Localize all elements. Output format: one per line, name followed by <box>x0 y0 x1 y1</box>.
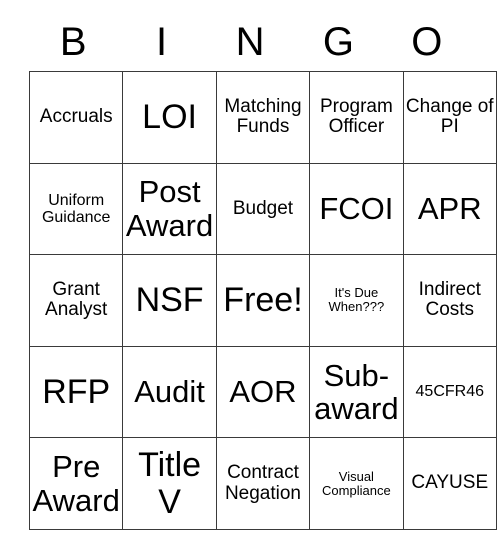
bingo-cell-label: Free! <box>223 281 303 320</box>
bingo-cell-label: Post Award <box>125 174 214 243</box>
bingo-cell[interactable]: Title V <box>122 437 217 530</box>
bingo-cell[interactable]: Accruals <box>28 71 124 164</box>
bingo-cell[interactable]: CAYUSE <box>402 437 497 530</box>
bingo-header-letter-b: B <box>59 19 87 64</box>
bingo-cell[interactable]: Audit <box>122 345 217 439</box>
bingo-cell[interactable]: AOR <box>215 345 311 439</box>
bingo-cell[interactable]: NSF <box>122 254 217 347</box>
bingo-cell[interactable]: Budget <box>215 162 311 256</box>
bingo-cell-label: Matching Funds <box>224 95 302 138</box>
bingo-cell[interactable]: Post Award <box>122 162 217 256</box>
bingo-cell-label: 45CFR46 <box>415 383 484 401</box>
bingo-cell[interactable]: Sub-award <box>309 345 404 439</box>
bingo-cell[interactable]: Matching Funds <box>215 71 311 164</box>
bingo-cell-label: APR <box>417 191 482 227</box>
bingo-header-row: B I N G O <box>29 12 471 71</box>
bingo-cell-label: Budget <box>232 197 294 219</box>
bingo-grid: Accruals LOI Matching Funds Program Offi… <box>28 71 497 530</box>
bingo-cell-label: AOR <box>229 374 297 410</box>
bingo-cell[interactable]: Indirect Costs <box>402 254 497 347</box>
bingo-cell[interactable]: Grant Analyst <box>28 254 124 347</box>
bingo-cell-label: Title V <box>138 445 202 521</box>
bingo-cell-label: Program Officer <box>319 95 393 138</box>
bingo-header-letter-o: O <box>411 19 443 64</box>
bingo-cell-label: Visual Compliance <box>322 468 391 498</box>
bingo-cell-label: Audit <box>134 374 205 410</box>
bingo-cell[interactable]: Uniform Guidance <box>28 162 124 256</box>
bingo-cell-label: CAYUSE <box>411 472 489 494</box>
bingo-cell-label: Grant Analyst <box>45 278 108 321</box>
bingo-cell[interactable]: Contract Negation <box>215 437 311 530</box>
bingo-cell[interactable]: Change of PI <box>402 71 497 164</box>
bingo-cell[interactable]: APR <box>402 162 497 256</box>
bingo-cell[interactable]: RFP <box>28 345 124 439</box>
bingo-cell-label: Accruals <box>39 106 113 128</box>
bingo-card: B I N G O Accruals LOI Matching Funds Pr… <box>28 12 497 530</box>
bingo-cell[interactable]: It's Due When??? <box>309 254 404 347</box>
bingo-cell-label: Pre Award <box>32 449 120 518</box>
bingo-cell-label: RFP <box>42 372 111 411</box>
bingo-cell[interactable]: FCOI <box>309 162 404 256</box>
bingo-row: Accruals LOI Matching Funds Program Offi… <box>28 71 497 164</box>
bingo-cell-label: Contract Negation <box>224 462 301 504</box>
bingo-row: RFP Audit AOR Sub-award 45CFR46 <box>28 345 497 439</box>
bingo-cell-label: It's Due When??? <box>328 285 385 315</box>
bingo-header-letter-n: N <box>235 19 265 64</box>
bingo-cell-free[interactable]: Free! <box>215 254 311 347</box>
bingo-cell-label: Uniform Guidance <box>41 191 111 226</box>
bingo-cell-label: Sub-award <box>314 357 399 427</box>
bingo-cell-label: Change of PI <box>405 95 494 138</box>
bingo-cell[interactable]: Program Officer <box>309 71 404 164</box>
bingo-cell-label: LOI <box>142 97 197 136</box>
bingo-cell[interactable]: Pre Award <box>28 437 124 530</box>
bingo-row: Pre Award Title V Contract Negation Visu… <box>28 437 497 530</box>
bingo-row: Uniform Guidance Post Award Budget FCOI … <box>28 162 497 256</box>
bingo-cell[interactable]: 45CFR46 <box>402 345 497 439</box>
bingo-cell-label: FCOI <box>319 191 394 227</box>
bingo-cell-label: NSF <box>135 281 204 320</box>
bingo-header-letter-i: I <box>156 19 168 64</box>
bingo-cell-label: Indirect Costs <box>418 278 481 321</box>
bingo-row: Grant Analyst NSF Free! It's Due When???… <box>28 254 497 347</box>
bingo-cell[interactable]: Visual Compliance <box>309 437 404 530</box>
bingo-header-letter-g: G <box>322 19 354 64</box>
bingo-cell[interactable]: LOI <box>122 71 217 164</box>
